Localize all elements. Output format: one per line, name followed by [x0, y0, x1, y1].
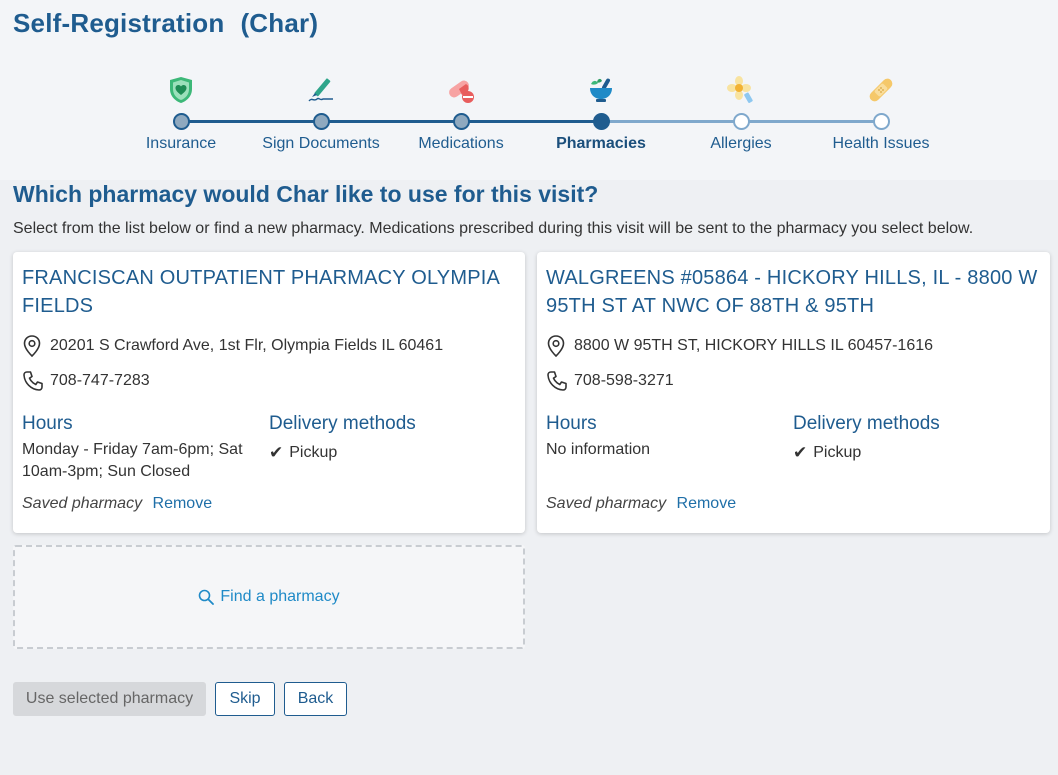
pharmacy-card[interactable]: WALGREENS #05864 - HICKORY HILLS, IL - 8…	[537, 252, 1050, 533]
delivery-method: Pickup	[289, 444, 338, 461]
step-label: Medications	[418, 135, 504, 152]
step-insurance[interactable]: Insurance	[101, 70, 261, 152]
pharmacy-address: 20201 S Crawford Ave, 1st Flr, Olympia F…	[50, 337, 444, 354]
delivery-method: Pickup	[813, 444, 862, 461]
step-dot-insurance	[173, 113, 190, 130]
stepper-track-completed	[181, 120, 601, 123]
step-label: Health Issues	[832, 135, 930, 152]
pharmacy-details: Hours Monday - Friday 7am-6pm; Sat 10am-…	[22, 413, 516, 483]
use-selected-pharmacy-button[interactable]: Use selected pharmacy	[13, 682, 206, 716]
checkmark-icon: ✔	[793, 443, 808, 462]
delivery-item: ✔ Pickup	[793, 443, 940, 463]
pharmacy-address-row: 20201 S Crawford Ave, 1st Flr, Olympia F…	[22, 335, 516, 357]
instructions-text: Select from the list below or find a new…	[13, 220, 974, 237]
search-icon	[198, 589, 215, 605]
pharmacy-card[interactable]: FRANCISCAN OUTPATIENT PHARMACY OLYMPIA F…	[13, 252, 525, 533]
saved-row: Saved pharmacy Remove	[22, 495, 212, 513]
skip-button[interactable]: Skip	[215, 682, 275, 716]
step-dot-medications	[453, 113, 470, 130]
step-label: Pharmacies	[556, 135, 646, 152]
step-allergies[interactable]: Allergies	[661, 70, 821, 152]
step-dot-health-issues	[873, 113, 890, 130]
pharmacy-name: WALGREENS #05864 - HICKORY HILLS, IL - 8…	[546, 267, 1038, 317]
pharmacy-address-row: 8800 W 95TH ST, HICKORY HILLS IL 60457-1…	[546, 335, 1041, 357]
hours-heading: Hours	[22, 413, 73, 434]
hours-heading: Hours	[546, 413, 597, 434]
step-dot-allergies	[733, 113, 750, 130]
pharmacy-phone-row: 708-598-3271	[546, 371, 1041, 391]
saved-pharmacy-label: Saved pharmacy	[546, 495, 667, 512]
pill-icon	[445, 74, 477, 106]
hours-text: No information	[546, 441, 651, 458]
pharmacy-phone-row: 708-747-7283	[22, 371, 516, 391]
phone-icon	[22, 370, 44, 392]
phone-icon	[546, 370, 568, 392]
delivery-heading: Delivery methods	[793, 413, 940, 434]
mortar-pestle-icon	[585, 74, 617, 106]
section-question: Which pharmacy would Char like to use fo…	[13, 181, 599, 207]
hours-section: Hours No information	[546, 413, 793, 463]
find-pharmacy-label: Find a pharmacy	[220, 588, 340, 605]
step-health-issues[interactable]: Health Issues	[801, 70, 961, 152]
pen-signature-icon	[305, 74, 337, 106]
delivery-heading: Delivery methods	[269, 413, 416, 434]
location-pin-icon	[22, 335, 44, 357]
step-dot-sign-documents	[313, 113, 330, 130]
step-pharmacies[interactable]: Pharmacies	[521, 70, 681, 152]
hours-text: Monday - Friday 7am-6pm; Sat 10am-3pm; S…	[22, 441, 243, 480]
pharmacy-details: Hours No information Delivery methods ✔ …	[546, 413, 1041, 463]
remove-pharmacy-link[interactable]: Remove	[153, 495, 213, 512]
remove-pharmacy-link[interactable]: Remove	[677, 495, 737, 512]
bandage-icon	[865, 74, 897, 106]
pharmacy-phone: 708-747-7283	[50, 372, 150, 389]
location-pin-icon	[546, 335, 568, 357]
step-label: Insurance	[145, 135, 217, 152]
delivery-section: Delivery methods ✔ Pickup	[269, 413, 416, 483]
flower-icon	[725, 74, 757, 106]
step-dot-pharmacies	[593, 113, 610, 130]
step-label: Allergies	[710, 135, 772, 152]
delivery-section: Delivery methods ✔ Pickup	[793, 413, 940, 463]
step-medications[interactable]: Medications	[381, 70, 541, 152]
step-label: Sign Documents	[262, 135, 380, 152]
pharmacy-name: FRANCISCAN OUTPATIENT PHARMACY OLYMPIA F…	[22, 267, 499, 317]
back-button[interactable]: Back	[284, 682, 347, 716]
progress-stepper: Insurance Sign Documents Medications Pha…	[0, 0, 1058, 170]
pharmacy-address: 8800 W 95TH ST, HICKORY HILLS IL 60457-1…	[574, 337, 934, 354]
shield-heart-icon	[165, 74, 197, 106]
find-pharmacy-button[interactable]: Find a pharmacy	[13, 545, 525, 649]
step-sign-documents[interactable]: Sign Documents	[241, 70, 401, 152]
saved-pharmacy-label: Saved pharmacy	[22, 495, 143, 512]
hours-section: Hours Monday - Friday 7am-6pm; Sat 10am-…	[22, 413, 269, 483]
delivery-item: ✔ Pickup	[269, 443, 416, 463]
saved-row: Saved pharmacy Remove	[546, 495, 736, 513]
checkmark-icon: ✔	[269, 443, 284, 462]
pharmacy-phone: 708-598-3271	[574, 372, 674, 389]
